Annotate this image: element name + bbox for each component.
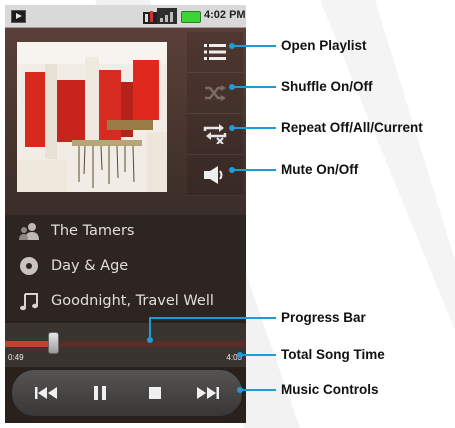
callout-mute: Mute On/Off: [281, 162, 359, 177]
artist-icon: [19, 223, 39, 240]
shuffle-icon: [205, 85, 226, 101]
pause-button[interactable]: [80, 370, 120, 416]
music-controls: [11, 369, 243, 417]
track-info: The Tamers Day & Age Goodnight, Travel W…: [5, 215, 246, 321]
list-icon: [204, 44, 226, 60]
previous-button[interactable]: [26, 370, 66, 416]
music-note-icon: [20, 293, 38, 311]
callout-music-controls: Music Controls: [281, 382, 379, 397]
speaker-icon: [204, 166, 223, 184]
next-icon: [197, 387, 219, 399]
progress-area: 0:49 4:03: [5, 323, 246, 367]
callout-open-playlist: Open Playlist: [281, 38, 367, 53]
callout-repeat: Repeat Off/All/Current: [281, 120, 423, 135]
progress-bar[interactable]: [5, 341, 246, 347]
total-time: 4:03: [226, 353, 242, 362]
album-disc-icon: [20, 257, 38, 275]
mute-button[interactable]: [187, 155, 243, 196]
open-playlist-button[interactable]: [187, 32, 243, 73]
artist-row: The Tamers: [19, 220, 134, 242]
artist-name: The Tamers: [51, 223, 135, 239]
progress-fill: [5, 341, 54, 347]
repeat-icon: [203, 124, 227, 144]
media-play-icon: [11, 10, 26, 23]
elapsed-time: 0:49: [8, 353, 24, 362]
album-name: Day & Age: [51, 258, 129, 274]
stop-icon: [149, 387, 161, 399]
status-bar: 4:02 PM: [5, 5, 246, 28]
previous-icon: [35, 387, 57, 399]
album-row: Day & Age: [19, 255, 128, 277]
callout-total-time: Total Song Time: [281, 347, 385, 362]
pause-icon: [94, 386, 106, 400]
callout-shuffle: Shuffle On/Off: [281, 79, 373, 94]
song-title: Goodnight, Travel Well: [51, 293, 214, 309]
callout-progress: Progress Bar: [281, 310, 366, 325]
now-playing-panel: [5, 28, 246, 215]
battery-icon: [181, 11, 201, 23]
status-clock: 4:02 PM: [204, 9, 246, 21]
repeat-button[interactable]: [187, 114, 243, 155]
next-button[interactable]: [188, 370, 228, 416]
album-art: [17, 42, 167, 192]
song-row: Goodnight, Travel Well: [19, 290, 214, 312]
stop-button[interactable]: [135, 370, 175, 416]
shuffle-button[interactable]: [187, 73, 243, 114]
phone-screen: 4:02 PM The Tamers Day & Age Goodnight, …: [5, 5, 246, 423]
progress-thumb[interactable]: [48, 332, 60, 354]
signal-icon: [143, 8, 177, 24]
